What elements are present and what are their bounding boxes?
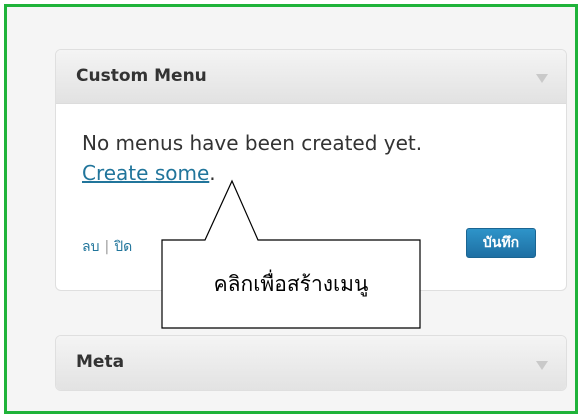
highlight-frame: Custom Menu No menus have been created y… [4, 4, 578, 414]
save-button[interactable]: บันทึก [466, 228, 536, 258]
close-link[interactable]: ปิด [114, 239, 132, 255]
triangle-down-icon [536, 361, 548, 370]
widget-title: Custom Menu [76, 66, 207, 86]
callout-text: คลิกเพื่อสร้างเมนู [213, 271, 369, 296]
widget-toggle[interactable] [522, 50, 566, 103]
actions-separator: | [104, 239, 110, 255]
widget-toggle[interactable] [522, 336, 566, 390]
triangle-down-icon [536, 74, 548, 83]
delete-link[interactable]: ลบ [82, 239, 99, 255]
create-some-link[interactable]: Create some [82, 161, 209, 185]
meta-widget: Meta [55, 335, 567, 391]
widget-header[interactable]: Meta [56, 336, 566, 390]
widget-actions: ลบ | ปิด [82, 236, 132, 258]
widget-header[interactable]: Custom Menu [56, 50, 566, 104]
link-period: . [209, 161, 216, 185]
message-text: No menus have been created yet. [82, 131, 423, 155]
no-menus-message: No menus have been created yet. Create s… [82, 128, 552, 188]
widget-title: Meta [76, 352, 125, 372]
